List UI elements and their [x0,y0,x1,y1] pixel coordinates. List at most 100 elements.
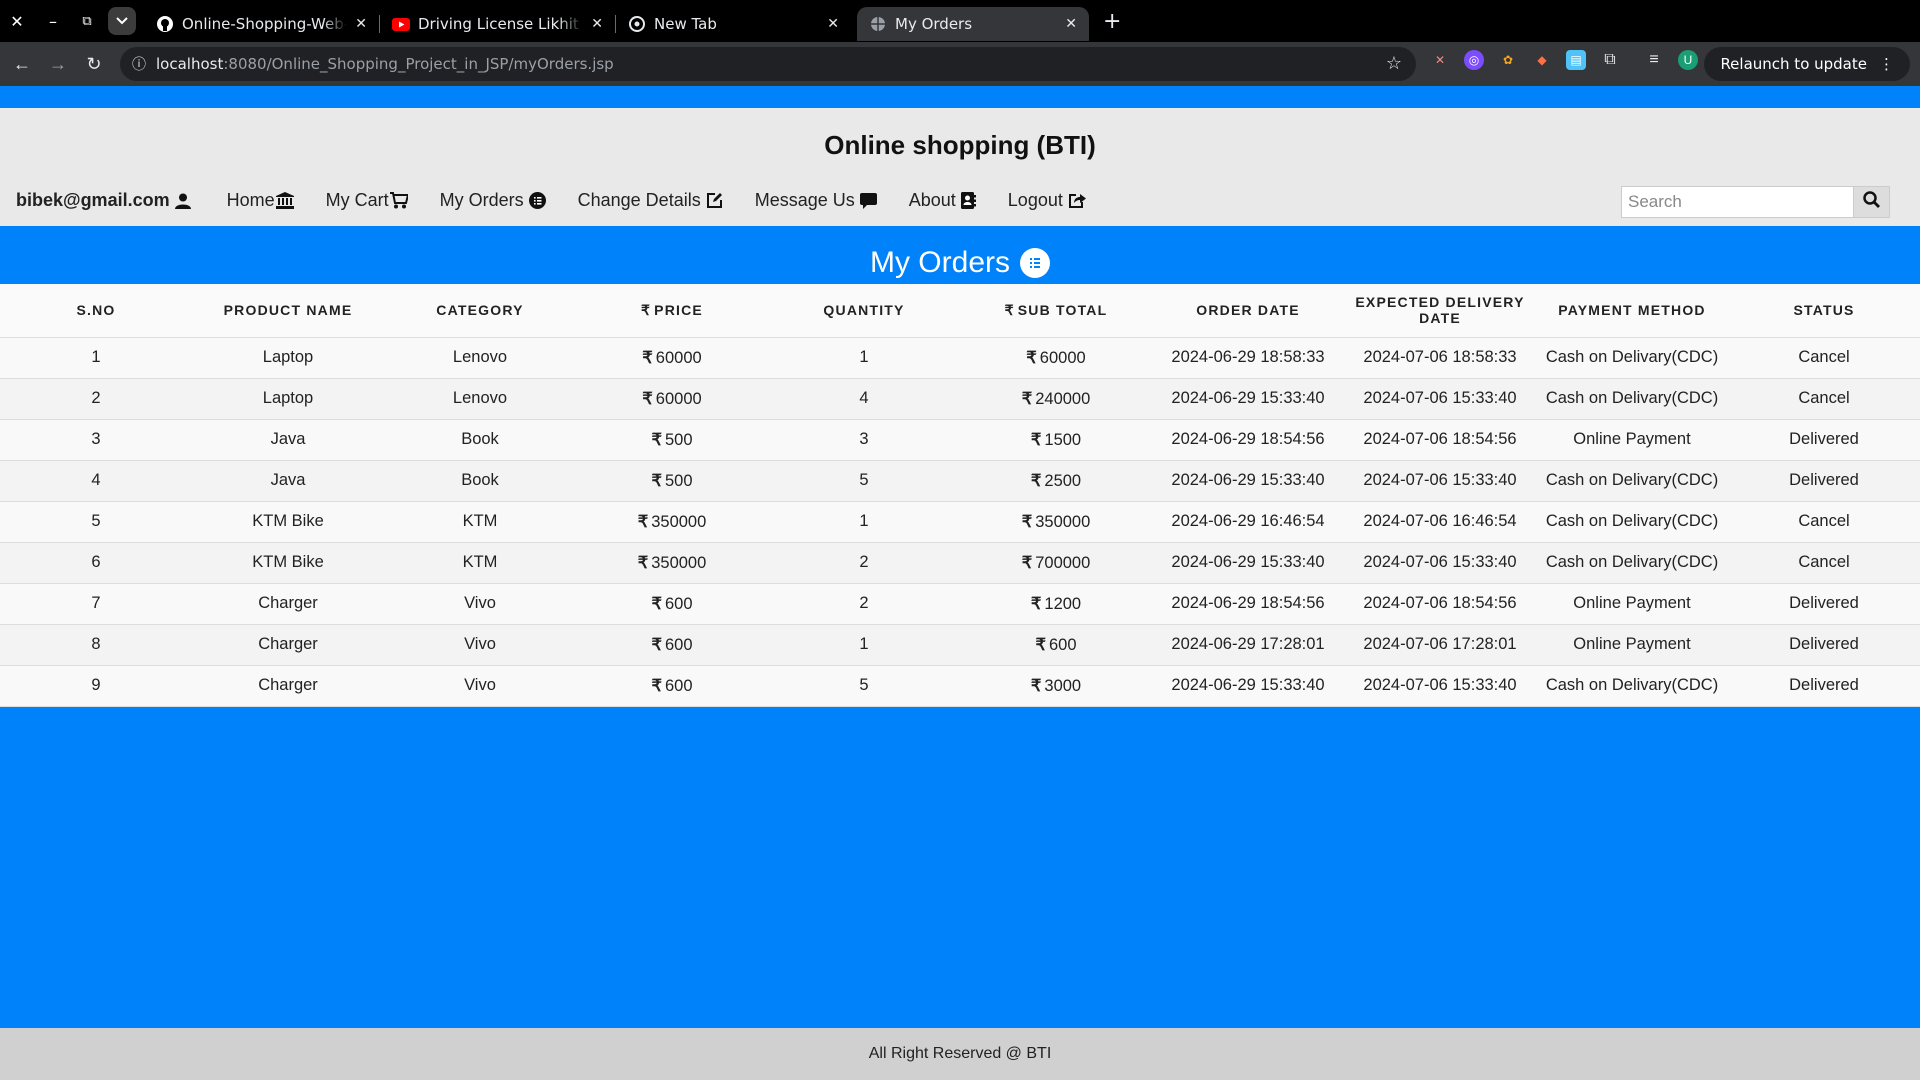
tab-search-chevron-icon[interactable] [108,7,136,35]
table-row: 4 Java Book ₹500 5 ₹2500 2024-06-29 15:3… [0,460,1920,502]
minimize-window-icon[interactable]: – [38,6,68,36]
price-value: 600 [664,635,693,654]
cell-product: KTM Bike [192,501,384,543]
cell-quantity: 2 [768,583,960,625]
reading-list-icon[interactable]: ≡ [1644,50,1664,70]
nav-logout-label: Logout [1007,190,1063,210]
bookmark-star-icon[interactable]: ☆ [1386,53,1402,74]
rupee-icon: ₹ [642,389,653,408]
nav-about[interactable]: About [909,190,976,211]
cell-status: Delivered [1728,419,1920,461]
tab-close-icon[interactable]: ✕ [355,16,367,32]
cell-status: Cancel [1728,337,1920,379]
cell-delivery-date: 2024-07-06 15:33:40 [1344,665,1536,707]
tab-close-icon[interactable]: ✕ [591,16,603,32]
browser-tab-github[interactable]: Online-Shopping-Web-Project ✕ [144,7,379,41]
new-tab-icon[interactable]: + [1103,9,1121,34]
profile-avatar[interactable]: U [1678,50,1698,70]
search-button[interactable] [1854,186,1890,218]
browser-toolbar: ← → ↻ ⓘ localhost:8080/Online_Shopping_P… [0,42,1920,86]
subtotal-value: 1200 [1044,594,1082,613]
cell-sno: 5 [0,501,192,543]
extension-icon[interactable]: ◎ [1464,50,1484,70]
nav-home[interactable]: Home [227,190,294,211]
cell-category: Lenovo [384,337,576,379]
nav-orders-label: My Orders [439,190,524,210]
nav-my-orders[interactable]: My Orders [440,190,546,211]
browser-tab-my-orders[interactable]: My Orders ✕ [857,7,1089,41]
user-email: bibek@gmail.com [16,190,191,211]
price-value: 60000 [655,348,702,367]
cell-category: Vivo [384,583,576,625]
site-header: Online shopping (BTI) bibek@gmail.com Ho… [0,108,1920,226]
extensions-puzzle-icon[interactable]: ⧉ [1600,50,1620,70]
rupee-icon: ₹ [637,553,649,572]
cell-payment: Cash on Delivary(CDC) [1536,460,1728,502]
cell-price: ₹500 [576,419,768,461]
subtotal-value: 350000 [1035,512,1091,531]
relaunch-button[interactable]: Relaunch to update ⋮ [1704,47,1910,81]
tab-close-icon[interactable]: ✕ [827,16,839,32]
restore-window-icon[interactable]: ⧉ [72,6,102,36]
cell-product: Laptop [192,378,384,420]
main-nav: bibek@gmail.com Home My Cart My Orders C… [16,190,1118,211]
cell-subtotal: ₹700000 [960,542,1152,584]
extension-icon[interactable]: ◆ [1532,50,1552,70]
forward-icon[interactable]: → [40,46,76,82]
rupee-icon: ₹ [651,471,662,490]
cell-price: ₹350000 [576,542,768,584]
tab-close-icon[interactable]: ✕ [1065,16,1077,32]
cell-quantity: 1 [768,501,960,543]
page-title-text: My Orders [869,246,1010,279]
extension-icon[interactable]: ▤ [1566,50,1586,70]
bank-icon [275,192,294,209]
column-header: ₹ PRICE [576,284,768,338]
nav-my-cart[interactable]: My Cart [326,190,408,211]
back-icon[interactable]: ← [4,46,40,82]
cell-price: ₹350000 [576,501,768,543]
subtotal-value: 3000 [1044,676,1082,695]
cell-sno: 4 [0,460,192,502]
reload-icon[interactable]: ↻ [76,46,112,82]
site-info-icon[interactable]: ⓘ [132,54,146,74]
url-path: :8080/Online_Shopping_Project_in_JSP/myO… [223,55,614,73]
nav-change-details-label: Change Details [577,190,701,210]
cell-order-date: 2024-06-29 18:58:33 [1152,337,1344,379]
rupee-icon: ₹ [1021,553,1033,572]
cell-product: KTM Bike [192,542,384,584]
close-window-icon[interactable]: ✕ [2,6,32,36]
share-square-icon [1068,192,1086,209]
more-menu-icon[interactable]: ⋮ [1879,55,1894,73]
cell-product: Java [192,419,384,461]
subtotal-value: 240000 [1035,389,1091,408]
extension-icon[interactable]: ✕ [1430,50,1450,70]
address-bar[interactable]: ⓘ localhost:8080/Online_Shopping_Project… [120,47,1416,81]
table-header-row: S.NO PRODUCT NAME CATEGORY ₹ PRICE QUANTI… [0,284,1920,338]
nav-change-details[interactable]: Change Details [578,190,723,211]
cell-quantity: 1 [768,624,960,666]
cell-payment: Cash on Delivary(CDC) [1536,378,1728,420]
browser-tab-new-tab[interactable]: New Tab ✕ [616,7,851,41]
orders-table-container: S.NO PRODUCT NAME CATEGORY ₹ PRICE QUANTI… [0,284,1920,707]
cell-order-date: 2024-06-29 18:54:56 [1152,419,1344,461]
address-book-icon [960,192,976,209]
cell-product: Charger [192,665,384,707]
user-email-text: bibek@gmail.com [16,190,170,210]
search-icon [1863,191,1880,213]
nav-logout[interactable]: Logout [1008,190,1086,211]
nav-message-us[interactable]: Message Us [755,190,877,211]
browser-tab-youtube[interactable]: Driving License Likhit Questions ✕ [380,7,615,41]
cell-price: ₹500 [576,460,768,502]
extension-icon[interactable]: ✿ [1498,50,1518,70]
cell-sno: 7 [0,583,192,625]
cell-price: ₹60000 [576,337,768,379]
rupee-icon: ₹ [651,676,662,695]
cell-payment: Cash on Delivary(CDC) [1536,337,1728,379]
table-row: 9 Charger Vivo ₹600 5 ₹3000 2024-06-29 1… [0,665,1920,707]
cell-quantity: 2 [768,542,960,584]
cell-product: Charger [192,624,384,666]
search-input[interactable] [1621,186,1854,218]
column-header-label: PRICE [654,302,703,319]
cell-quantity: 5 [768,460,960,502]
rupee-icon: ₹ [1035,635,1046,654]
